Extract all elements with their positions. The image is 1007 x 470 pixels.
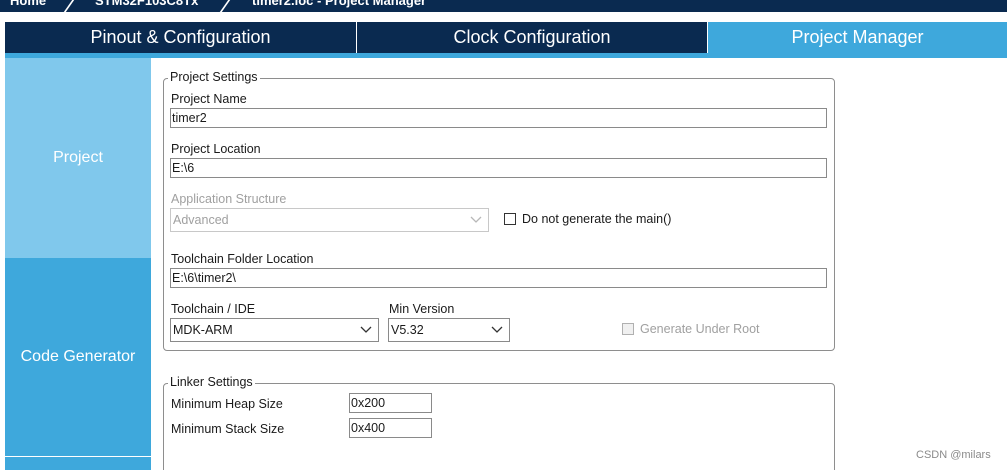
chevron-down-icon bbox=[470, 216, 482, 223]
breadcrumb-home[interactable]: Home bbox=[10, 0, 46, 8]
breadcrumb-current: timer2.ioc - Project Manager bbox=[252, 0, 427, 8]
breadcrumb-separator bbox=[216, 0, 234, 12]
sidebar-item-advanced-settings[interactable] bbox=[5, 456, 151, 470]
min-version-value: V5.32 bbox=[391, 323, 424, 337]
checkbox-box[interactable] bbox=[504, 213, 516, 225]
checkbox-box bbox=[622, 323, 634, 335]
application-structure-select: Advanced bbox=[170, 208, 489, 232]
project-location-label: Project Location bbox=[171, 142, 261, 156]
tab-underline bbox=[5, 53, 1007, 58]
no-main-label: Do not generate the main() bbox=[522, 212, 672, 226]
watermark: CSDN @milars bbox=[916, 449, 991, 461]
min-version-select[interactable]: V5.32 bbox=[388, 318, 510, 342]
tab-pinout-configuration[interactable]: Pinout & Configuration bbox=[5, 22, 356, 53]
project-manager-window: Home STM32F103C8Tx timer2.ioc - Project … bbox=[0, 0, 1007, 470]
project-name-input[interactable]: timer2 bbox=[170, 108, 827, 128]
linker-settings-legend: Linker Settings bbox=[168, 375, 255, 389]
sidebar-item-code-generator[interactable]: Code Generator bbox=[5, 258, 151, 456]
min-stack-size-input[interactable]: 0x400 bbox=[349, 418, 432, 438]
tab-clock-configuration[interactable]: Clock Configuration bbox=[357, 22, 707, 53]
min-heap-size-input[interactable]: 0x200 bbox=[349, 393, 432, 413]
project-name-label: Project Name bbox=[171, 92, 247, 106]
no-main-checkbox[interactable]: Do not generate the main() bbox=[504, 212, 671, 226]
toolchain-folder-input[interactable]: E:\6\timer2\ bbox=[170, 268, 827, 288]
toolchain-ide-value: MDK-ARM bbox=[173, 323, 233, 337]
main-tab-bar: Pinout & Configuration Clock Configurati… bbox=[0, 12, 1007, 58]
sidebar-item-project[interactable]: Project bbox=[5, 58, 151, 258]
generate-under-root-checkbox: Generate Under Root bbox=[622, 322, 760, 336]
min-version-label: Min Version bbox=[389, 302, 455, 316]
toolchain-ide-label: Toolchain / IDE bbox=[171, 302, 256, 316]
project-location-input[interactable]: E:\6 bbox=[170, 158, 827, 178]
left-nav: Project Code Generator bbox=[5, 58, 151, 470]
min-heap-size-label: Minimum Heap Size bbox=[171, 397, 283, 411]
toolchain-folder-label: Toolchain Folder Location bbox=[171, 252, 314, 266]
project-settings-legend: Project Settings bbox=[168, 70, 260, 84]
chevron-down-icon bbox=[360, 326, 372, 333]
application-structure-value: Advanced bbox=[173, 213, 229, 227]
application-structure-label: Application Structure bbox=[171, 192, 287, 206]
chevron-down-icon bbox=[491, 326, 503, 333]
breadcrumb-mcu[interactable]: STM32F103C8Tx bbox=[95, 0, 198, 8]
breadcrumb-separator bbox=[60, 0, 78, 12]
toolchain-ide-select[interactable]: MDK-ARM bbox=[170, 318, 379, 342]
generate-under-root-label: Generate Under Root bbox=[640, 322, 760, 336]
breadcrumb: Home STM32F103C8Tx timer2.ioc - Project … bbox=[0, 0, 1007, 12]
tab-project-manager[interactable]: Project Manager bbox=[708, 22, 1007, 53]
min-stack-size-label: Minimum Stack Size bbox=[171, 422, 285, 436]
